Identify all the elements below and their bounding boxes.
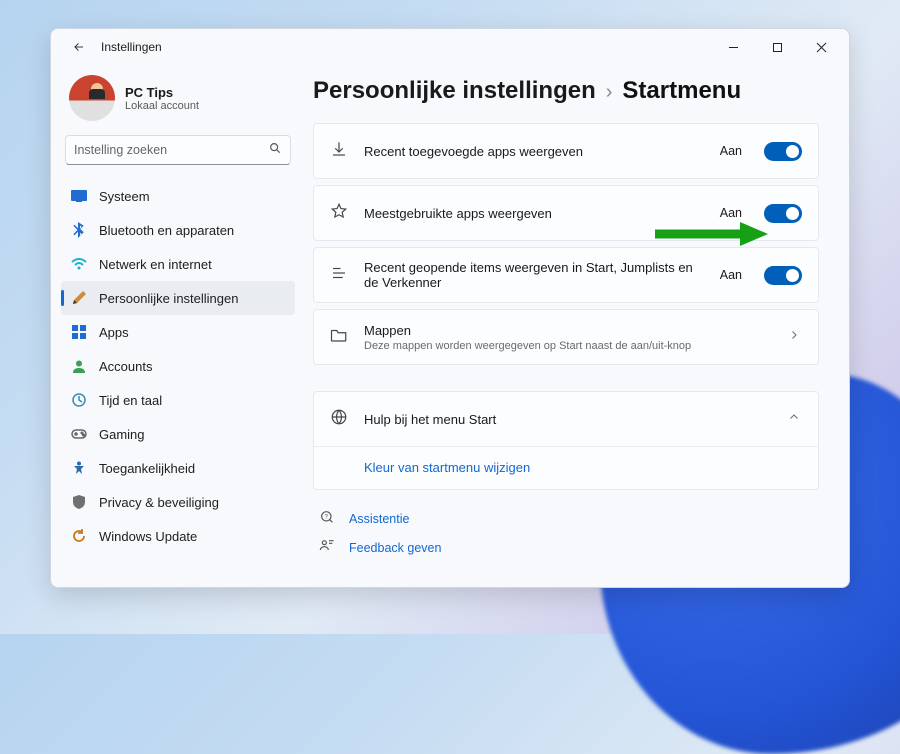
- breadcrumb-separator: ›: [606, 81, 613, 104]
- titlebar: Instellingen: [51, 29, 849, 65]
- toggle-recent-items[interactable]: [764, 266, 802, 285]
- card-recent-apps: Recent toegevoegde apps weergeven Aan: [313, 123, 819, 179]
- minimize-button[interactable]: [711, 31, 755, 63]
- accounts-icon: [71, 358, 87, 374]
- star-icon: [330, 202, 350, 225]
- help-header-row[interactable]: Hulp bij het menu Start: [314, 392, 818, 446]
- content-area: Persoonlijke instellingen › Startmenu Re…: [305, 65, 849, 587]
- update-icon: [71, 528, 87, 544]
- feedback-icon: [319, 538, 339, 557]
- breadcrumb-parent[interactable]: Persoonlijke instellingen: [313, 77, 596, 105]
- chevron-right-icon: [788, 328, 802, 346]
- bluetooth-icon: [71, 222, 87, 238]
- profile-sub: Lokaal account: [125, 100, 199, 112]
- sidebar-item-accounts[interactable]: Accounts: [61, 349, 295, 383]
- breadcrumb: Persoonlijke instellingen › Startmenu: [313, 77, 819, 105]
- search-icon: [268, 141, 282, 160]
- row-title: Hulp bij het menu Start: [364, 412, 774, 427]
- accessibility-icon: [71, 460, 87, 476]
- row-sub: Deze mappen worden weergegeven op Start …: [364, 340, 774, 352]
- toggle-state-label: Aan: [720, 206, 742, 220]
- sidebar-item-bluetooth[interactable]: Bluetooth en apparaten: [61, 213, 295, 247]
- sidebar-item-toegankelijkheid[interactable]: Toegankelijkheid: [61, 451, 295, 485]
- personalization-icon: [71, 290, 87, 306]
- row-title: Mappen: [364, 323, 774, 338]
- sidebar-item-label: Apps: [99, 325, 129, 340]
- profile-block[interactable]: PC Tips Lokaal account: [61, 69, 295, 135]
- system-icon: [71, 188, 87, 204]
- footer-link-label: Feedback geven: [349, 541, 441, 555]
- sidebar-item-label: Systeem: [99, 189, 150, 204]
- help-icon: [330, 408, 350, 431]
- card-help: Hulp bij het menu Start Kleur van startm…: [313, 391, 819, 490]
- sidebar-item-netwerk[interactable]: Netwerk en internet: [61, 247, 295, 281]
- network-icon: [71, 256, 87, 272]
- sidebar: PC Tips Lokaal account Systeem Bluetooth…: [51, 65, 305, 587]
- sidebar-item-apps[interactable]: Apps: [61, 315, 295, 349]
- card-recent-items: Recent geopende items weergeven in Start…: [313, 247, 819, 303]
- sidebar-item-persoonlijk[interactable]: Persoonlijke instellingen: [61, 281, 295, 315]
- profile-name: PC Tips: [125, 85, 199, 100]
- sidebar-item-systeem[interactable]: Systeem: [61, 179, 295, 213]
- search-box[interactable]: [65, 135, 291, 165]
- sidebar-item-privacy[interactable]: Privacy & beveiliging: [61, 485, 295, 519]
- search-input[interactable]: [74, 143, 268, 157]
- card-mappen[interactable]: Mappen Deze mappen worden weergegeven op…: [313, 309, 819, 365]
- apps-icon: [71, 324, 87, 340]
- toggle-state-label: Aan: [720, 268, 742, 282]
- sidebar-item-gaming[interactable]: Gaming: [61, 417, 295, 451]
- sidebar-item-label: Windows Update: [99, 529, 197, 544]
- svg-text:?: ?: [325, 514, 329, 520]
- sidebar-item-label: Persoonlijke instellingen: [99, 291, 238, 306]
- help-link[interactable]: Kleur van startmenu wijzigen: [364, 460, 530, 475]
- chevron-up-icon: [788, 410, 802, 428]
- close-button[interactable]: [799, 31, 843, 63]
- sidebar-item-label: Netwerk en internet: [99, 257, 212, 272]
- sidebar-item-tijd[interactable]: Tijd en taal: [61, 383, 295, 417]
- breadcrumb-current: Startmenu: [622, 77, 741, 105]
- footer-links: ? Assistentie Feedback geven: [313, 504, 819, 562]
- card-most-used: Meestgebruikte apps weergeven Aan: [313, 185, 819, 241]
- list-icon: [330, 264, 350, 287]
- settings-window: Instellingen PC Tips Lokaal account: [50, 28, 850, 588]
- gaming-icon: [71, 426, 87, 442]
- sidebar-item-label: Gaming: [99, 427, 145, 442]
- row-title: Recent geopende items weergeven in Start…: [364, 260, 706, 290]
- toggle-recent-apps[interactable]: [764, 142, 802, 161]
- footer-link-feedback[interactable]: Feedback geven: [319, 533, 819, 562]
- window-controls: [711, 31, 843, 63]
- row-title: Meestgebruikte apps weergeven: [364, 206, 706, 221]
- assist-icon: ?: [319, 509, 339, 528]
- sidebar-item-label: Tijd en taal: [99, 393, 162, 408]
- privacy-icon: [71, 494, 87, 510]
- footer-link-label: Assistentie: [349, 512, 409, 526]
- sidebar-item-label: Accounts: [99, 359, 152, 374]
- folder-icon: [330, 327, 350, 348]
- sidebar-item-label: Privacy & beveiliging: [99, 495, 219, 510]
- toggle-most-used[interactable]: [764, 204, 802, 223]
- row-title: Recent toegevoegde apps weergeven: [364, 144, 706, 159]
- window-title: Instellingen: [101, 40, 162, 54]
- maximize-button[interactable]: [755, 31, 799, 63]
- avatar: [69, 75, 115, 121]
- download-icon: [330, 140, 350, 163]
- back-button[interactable]: [65, 33, 93, 61]
- sidebar-item-update[interactable]: Windows Update: [61, 519, 295, 553]
- toggle-state-label: Aan: [720, 144, 742, 158]
- time-language-icon: [71, 392, 87, 408]
- sidebar-item-label: Toegankelijkheid: [99, 461, 195, 476]
- footer-link-assist[interactable]: ? Assistentie: [319, 504, 819, 533]
- sidebar-item-label: Bluetooth en apparaten: [99, 223, 234, 238]
